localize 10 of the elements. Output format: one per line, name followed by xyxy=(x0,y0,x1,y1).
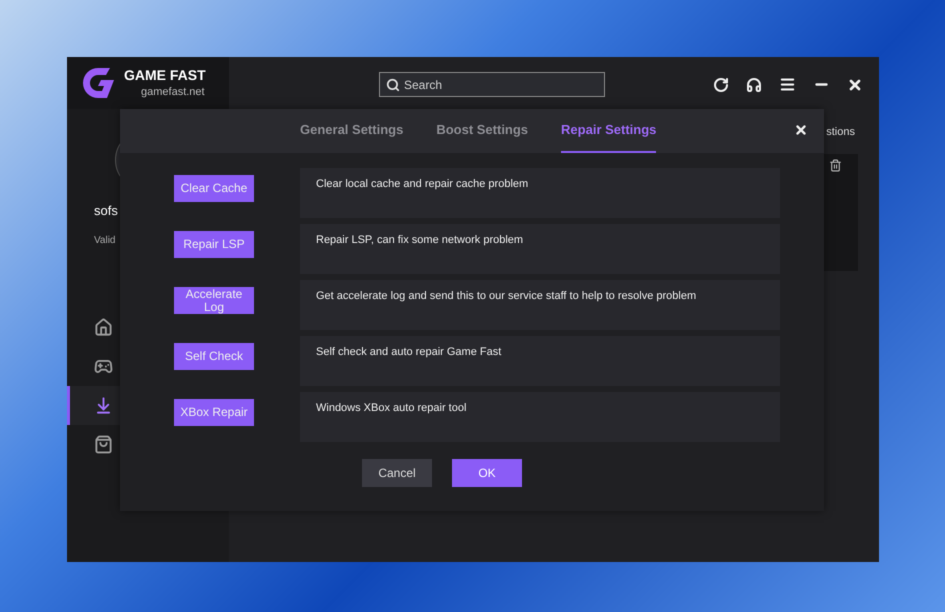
app-title: GAME FAST xyxy=(124,66,206,84)
action-description: Repair LSP, can fix some network problem xyxy=(300,224,780,274)
action-description: Get accelerate log and send this to our service staff to help to resolve problem xyxy=(300,280,780,330)
app-url: gamefast.net xyxy=(140,85,206,100)
panel-heading: stions xyxy=(826,125,855,140)
action-description: Self check and auto repair Game Fast xyxy=(300,336,780,386)
user-name: sofs xyxy=(94,202,118,220)
action-description: Clear local cache and repair cache problem xyxy=(300,168,780,218)
action-description: Windows XBox auto repair tool xyxy=(300,392,780,442)
user-status: Valid xyxy=(94,234,116,248)
